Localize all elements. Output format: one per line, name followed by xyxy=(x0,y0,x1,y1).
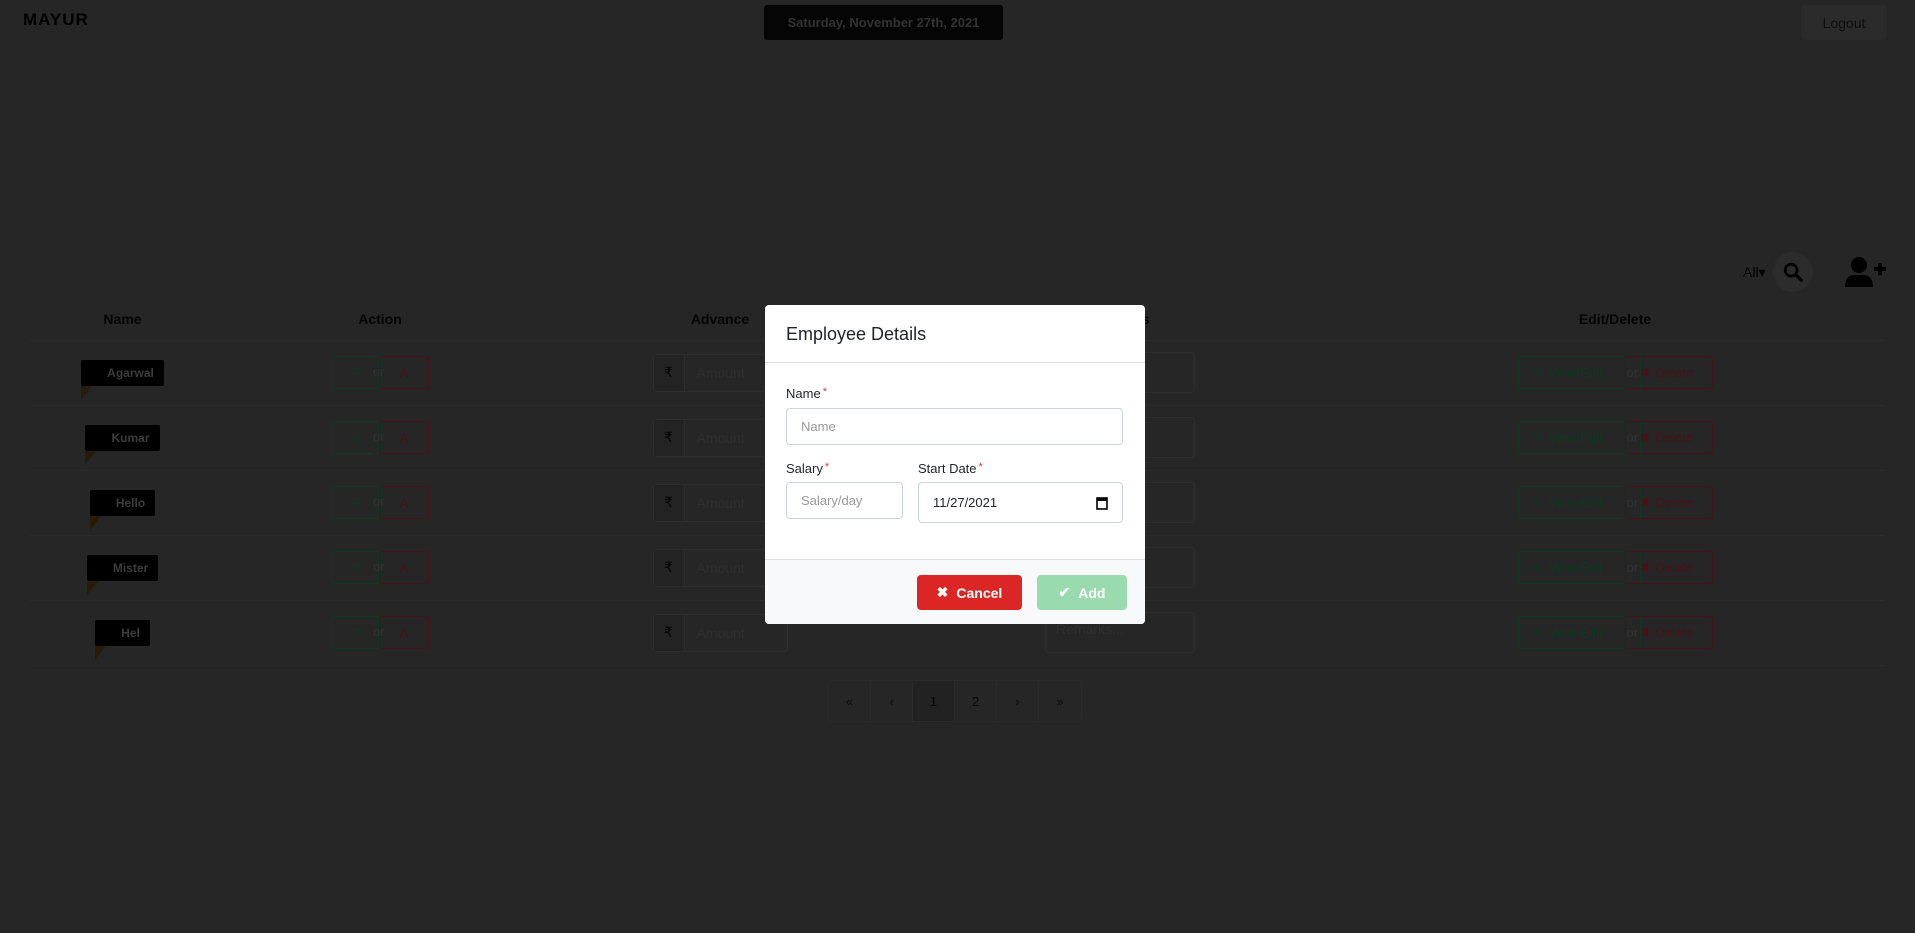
close-icon: ✖ xyxy=(1639,364,1651,380)
employee-name-tag[interactable]: Hel xyxy=(95,619,150,660)
close-icon: ✖ xyxy=(1639,624,1651,640)
add-user-icon xyxy=(1845,257,1886,287)
rupee-icon: ₹ xyxy=(653,354,685,391)
page-prev[interactable]: ‹ xyxy=(871,681,913,721)
absent-button[interactable]: A xyxy=(379,486,429,519)
cancel-button[interactable]: ✖ Cancel xyxy=(917,575,1022,610)
amount-placeholder: Amount xyxy=(696,559,745,576)
or-text: or xyxy=(373,364,385,379)
edit-delete-group: ✎ View/Edit or ✖ Delete xyxy=(1517,356,1713,389)
rupee-icon: ₹ xyxy=(653,484,685,521)
present-button[interactable]: P xyxy=(331,616,379,649)
current-date: Saturday, November 27th, 2021 xyxy=(764,5,1003,40)
attendance-toggle: P or A xyxy=(331,486,429,519)
view-edit-button[interactable]: ✎ View/Edit xyxy=(1517,356,1641,389)
column-header-name: Name xyxy=(30,298,215,341)
name-label: Name * xyxy=(786,386,827,401)
page-next[interactable]: › xyxy=(997,681,1039,721)
edit-icon: ✎ xyxy=(1532,624,1544,640)
amount-placeholder: Amount xyxy=(696,624,745,641)
employee-name-tag[interactable]: Mister xyxy=(86,554,159,595)
start-date-value: 11/27/2021 xyxy=(933,495,998,510)
salary-input[interactable]: Salary/day xyxy=(786,482,903,519)
absent-button[interactable]: A xyxy=(379,356,429,389)
logout-button[interactable]: Logout xyxy=(1801,5,1887,40)
check-icon: ✔ xyxy=(1058,584,1071,600)
page-first[interactable]: « xyxy=(829,681,871,721)
close-icon: ✖ xyxy=(1639,559,1651,575)
page-2[interactable]: 2 xyxy=(955,681,997,721)
name-input[interactable]: Name xyxy=(786,408,1123,445)
attendance-toggle: P or A xyxy=(331,356,429,389)
edit-delete-group: ✎ View/Edit or ✖ Delete xyxy=(1517,421,1713,454)
amount-placeholder: Amount xyxy=(696,494,745,511)
amount-placeholder: Amount xyxy=(696,364,745,381)
pagination: « ‹ 1 2 › » xyxy=(828,680,1082,722)
search-icon xyxy=(1783,262,1803,282)
add-user-button[interactable] xyxy=(1845,256,1887,293)
employee-name-tag[interactable]: Kumar xyxy=(85,424,160,465)
employee-name-tag[interactable]: Agarwal xyxy=(81,359,164,400)
add-button[interactable]: ✔ Add xyxy=(1037,575,1127,610)
view-edit-button[interactable]: ✎ View/Edit xyxy=(1517,421,1641,454)
view-edit-button[interactable]: ✎ View/Edit xyxy=(1517,551,1641,584)
page-1[interactable]: 1 xyxy=(913,681,955,721)
employee-details-modal: Employee Details Name * Name Salary * Sala… xyxy=(765,305,1145,624)
edit-delete-group: ✎ View/Edit or ✖ Delete xyxy=(1517,616,1713,649)
rupee-icon: ₹ xyxy=(653,614,685,651)
or-text: or xyxy=(373,624,385,639)
start-date-input[interactable]: 11/27/2021 xyxy=(918,482,1123,523)
or-text: or xyxy=(373,494,385,509)
start-date-label: Start Date * xyxy=(918,461,983,476)
calendar-icon[interactable] xyxy=(1096,496,1108,510)
salary-label: Salary * xyxy=(786,461,830,476)
edit-icon: ✎ xyxy=(1532,429,1544,445)
page-last[interactable]: » xyxy=(1039,681,1081,721)
close-icon: ✖ xyxy=(936,584,949,600)
or-text: or xyxy=(373,559,385,574)
edit-delete-group: ✎ View/Edit or ✖ Delete xyxy=(1517,486,1713,519)
attendance-toggle: P or A xyxy=(331,421,429,454)
present-button[interactable]: P xyxy=(331,551,379,584)
absent-button[interactable]: A xyxy=(379,421,429,454)
filter-dropdown[interactable]: All▾ xyxy=(1743,264,1766,281)
column-header-edit-delete: Edit/Delete xyxy=(1345,298,1885,341)
modal-title: Employee Details xyxy=(765,305,1145,363)
close-icon: ✖ xyxy=(1639,429,1651,445)
close-icon: ✖ xyxy=(1639,494,1651,510)
rupee-icon: ₹ xyxy=(653,549,685,586)
edit-icon: ✎ xyxy=(1532,494,1544,510)
employee-name-tag[interactable]: Hello xyxy=(89,489,156,530)
rupee-icon: ₹ xyxy=(653,419,685,456)
view-edit-button[interactable]: ✎ View/Edit xyxy=(1517,616,1641,649)
amount-placeholder: Amount xyxy=(696,429,745,446)
edit-delete-group: ✎ View/Edit or ✖ Delete xyxy=(1517,551,1713,584)
or-text: or xyxy=(373,429,385,444)
present-button[interactable]: P xyxy=(331,421,379,454)
edit-icon: ✎ xyxy=(1532,559,1544,575)
edit-icon: ✎ xyxy=(1532,364,1544,380)
search-button[interactable] xyxy=(1773,252,1813,292)
present-button[interactable]: P xyxy=(331,486,379,519)
column-header-action: Action xyxy=(215,298,545,341)
brand-logo: MAYUR xyxy=(23,10,89,29)
caret-down-icon: ▾ xyxy=(1758,264,1766,280)
absent-button[interactable]: A xyxy=(379,616,429,649)
filter-value: All xyxy=(1743,264,1759,280)
attendance-toggle: P or A xyxy=(331,551,429,584)
absent-button[interactable]: A xyxy=(379,551,429,584)
attendance-toggle: P or A xyxy=(331,616,429,649)
present-button[interactable]: P xyxy=(331,356,379,389)
view-edit-button[interactable]: ✎ View/Edit xyxy=(1517,486,1641,519)
